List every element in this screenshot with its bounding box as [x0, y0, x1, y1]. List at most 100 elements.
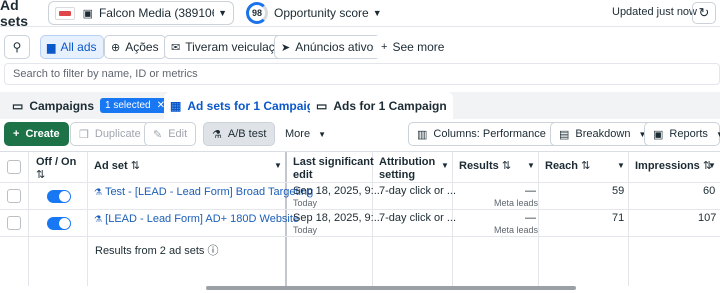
sort-icon: ⇅	[130, 160, 140, 172]
results-footer-label: Results from 2 ad sets	[95, 245, 205, 257]
store-icon: ▣	[82, 7, 93, 20]
header-attribution-line2: setting	[379, 169, 416, 181]
edit-button[interactable]: ✎ Edit	[144, 122, 197, 146]
columns-button[interactable]: ▥Columns: Performance▼	[408, 122, 571, 146]
columns-label: Columns: Performance	[433, 128, 546, 140]
tab-ads[interactable]: ▭ Ads for 1 Campaign	[310, 92, 453, 119]
flask-icon: ⚗	[212, 128, 222, 141]
filter-all-ads[interactable]: ▆ All ads	[40, 35, 104, 59]
opportunity-score[interactable]: 98 Opportunity score ▼	[246, 2, 382, 24]
search-button[interactable]: ⚲	[4, 35, 30, 59]
last-edit-value: Sep 18, 2025, 9:...	[293, 185, 383, 197]
refresh-button[interactable]: ↻	[692, 2, 716, 24]
header-reach[interactable]: Reach ⇅	[545, 160, 590, 173]
updated-status: Updated just now	[612, 6, 697, 18]
chevron-down-icon[interactable]: ▼	[441, 161, 449, 170]
filter-anuncios-label: Anúncios ativos	[295, 40, 380, 54]
filter-all-ads-label: All ads	[60, 40, 97, 54]
filter-acoes-label: Ações	[125, 40, 159, 54]
header-off-on[interactable]: Off / On ⇅	[36, 156, 76, 182]
last-edit-sub: Today	[293, 225, 318, 235]
header-off-on-label: Off / On	[36, 156, 77, 168]
see-more-label: See more	[392, 40, 445, 54]
chevron-down-icon[interactable]: ▼	[274, 161, 282, 170]
row-toggle[interactable]	[47, 190, 71, 203]
ab-test-button[interactable]: ⚗ A/B test	[203, 122, 276, 146]
header-attribution[interactable]: Attribution setting	[379, 156, 435, 182]
header-ad-set-label: Ad set	[94, 160, 128, 172]
chevron-down-icon: ▼	[218, 8, 227, 18]
info-icon[interactable]: ⓘ	[208, 245, 219, 257]
arrow-up-icon: ⊕	[111, 41, 121, 54]
header-results[interactable]: Results ⇅	[459, 160, 511, 173]
tab-campaigns[interactable]: ▭ Campaigns 1 selected ✕	[6, 92, 176, 119]
create-button[interactable]: + Create	[4, 122, 69, 146]
sort-icon: ⇅	[581, 160, 591, 172]
header-attribution-line1: Attribution	[379, 156, 436, 168]
selected-chip-label: 1 selected	[105, 100, 151, 111]
reports-icon: ▣	[653, 128, 664, 141]
ad-sets-table: Off / On ⇅ Ad set ⇅ ▼ Last significant edi…	[0, 151, 720, 286]
impressions-value: 107	[698, 212, 717, 224]
last-edit-sub: Today	[293, 198, 318, 208]
ad-set-name-link[interactable]: ⚗ [LEAD - Lead Form] AD+ 180D Website	[94, 213, 299, 225]
results-value: —	[525, 185, 536, 197]
duplicate-icon: ❐	[79, 128, 89, 141]
select-all-checkbox[interactable]	[7, 160, 21, 174]
header-last-edit-line2: edit	[293, 169, 313, 181]
impressions-value: 60	[703, 185, 716, 197]
chevron-down-icon[interactable]: ▼	[617, 161, 625, 170]
row-checkbox[interactable]	[7, 216, 21, 230]
header-impressions-label: Impressions	[635, 160, 700, 172]
folder-icon: ▭	[12, 98, 24, 113]
breakdown-label: Breakdown	[575, 128, 631, 140]
reports-label: Reports	[669, 128, 708, 140]
account-logo	[55, 6, 75, 20]
sort-icon: ⇅	[501, 160, 512, 172]
filter-anuncios-ativos[interactable]: ➤ Anúncios ativos	[274, 35, 387, 59]
tab-campaigns-label: Campaigns	[29, 98, 95, 113]
duplicate-button[interactable]: ❐ Duplicate	[70, 122, 150, 146]
header-last-edit[interactable]: Last significant edit	[293, 156, 374, 182]
edit-label: Edit	[168, 128, 188, 140]
chevron-down-icon[interactable]: ▼	[527, 161, 535, 170]
send-icon: ➤	[281, 41, 291, 54]
reports-button[interactable]: ▣ Reports ▼	[644, 122, 720, 146]
results-sub: Meta leads	[494, 225, 539, 235]
search-input[interactable]: Search to filter by name, ID or metrics	[4, 63, 720, 85]
sort-icon: ⇅	[36, 169, 46, 181]
chevron-down-icon: ▼	[318, 129, 326, 139]
ad-set-name-link[interactable]: ⚗ Test - [LEAD - Lead Form] Broad Target…	[94, 186, 313, 198]
header-impressions[interactable]: Impressions ⇅	[635, 160, 712, 173]
folder-icon: ▆	[47, 41, 56, 54]
header-results-label: Results	[459, 160, 499, 172]
header-reach-label: Reach	[545, 160, 579, 172]
chevron-down-icon: ▼	[715, 129, 720, 139]
breakdown-button[interactable]: ▤ Breakdown ▼	[550, 122, 656, 146]
account-selector[interactable]: ▣ Falcon Media (38910642... ▼	[48, 1, 234, 25]
action-toolbar: + Create ❐ Duplicate ✎ Edit ⚗ A/B test More ▼…	[0, 121, 720, 147]
more-button[interactable]: More ▼	[276, 122, 335, 146]
attribution-value: 7-day click or ...	[379, 185, 457, 197]
attribution-value: 7-day click or ...	[379, 212, 457, 224]
row-checkbox[interactable]	[7, 189, 21, 203]
selected-chip[interactable]: 1 selected ✕	[100, 98, 171, 113]
horizontal-scrollbar[interactable]	[206, 286, 576, 290]
tab-ads-label: Ads for 1 Campaign	[333, 98, 447, 113]
level-tabs: ▭ Campaigns 1 selected ✕ ▦ Ad sets for 1 …	[0, 92, 720, 119]
ad-set-name: Test - [LEAD - Lead Form] Broad Targetin…	[104, 186, 314, 198]
header-ad-set[interactable]: Ad set ⇅	[94, 160, 140, 173]
ab-test-label: A/B test	[227, 128, 267, 140]
filter-acoes[interactable]: ⊕ Ações	[104, 35, 166, 59]
filter-tiveram-label: Tiveram veiculação	[185, 40, 289, 54]
see-more-button[interactable]: + See more	[374, 35, 452, 59]
account-name: Falcon Media (38910642...	[98, 6, 214, 20]
flask-icon: ⚗	[94, 214, 103, 224]
duplicate-label: Duplicate	[94, 128, 141, 140]
page-title: Ad sets	[0, 0, 29, 29]
plus-icon: +	[381, 41, 388, 53]
chevron-down-icon[interactable]: ▼	[708, 161, 716, 170]
row-toggle[interactable]	[47, 217, 71, 230]
tab-ad-sets-label: Ad sets for 1 Campaign	[187, 98, 322, 113]
tab-ad-sets[interactable]: ▦ Ad sets for 1 Campaign	[164, 92, 328, 119]
